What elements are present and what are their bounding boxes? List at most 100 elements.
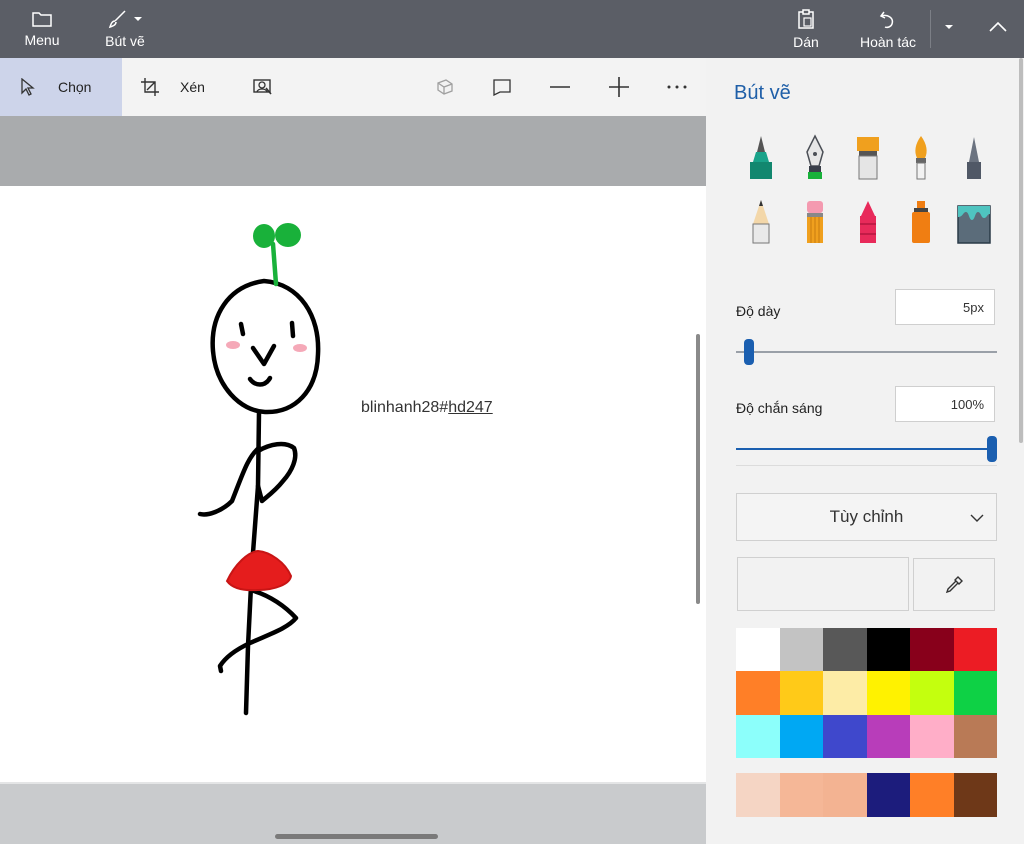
watercolor-brush-icon [915, 136, 927, 180]
clipboard-icon [798, 9, 814, 29]
plus-icon [609, 77, 629, 97]
menu-label: Menu [24, 32, 60, 48]
custom-color-swatch[interactable] [866, 773, 910, 817]
toolbar-divider [930, 10, 931, 48]
spray-can-icon [912, 201, 930, 243]
pencil-icon [752, 200, 770, 244]
marker-button[interactable] [954, 134, 994, 182]
calligraphy-pen-icon [750, 136, 772, 179]
select-tool-label: Chọn [58, 79, 92, 95]
panel-title: Bút vẽ [734, 82, 791, 104]
color-swatch[interactable] [910, 671, 954, 715]
pencil-marker-icon [967, 137, 981, 179]
more-options-button[interactable] [667, 58, 689, 116]
eyedropper-button[interactable] [913, 558, 995, 611]
undo-icon [879, 11, 894, 29]
custom-color-swatch[interactable] [953, 773, 997, 817]
color-swatch[interactable] [736, 714, 780, 758]
magic-select-icon [253, 79, 272, 95]
thickness-label: Độ dày [736, 303, 781, 319]
crayon-button[interactable] [848, 198, 888, 246]
watercolor-brush-button[interactable] [901, 134, 941, 182]
menu-button[interactable]: Menu [20, 0, 64, 58]
brush-icon [108, 10, 126, 29]
custom-color-swatch[interactable] [736, 773, 780, 817]
color-swatch[interactable] [779, 671, 823, 715]
color-swatch[interactable] [823, 671, 867, 715]
3d-library-button[interactable] [435, 58, 457, 116]
thickness-slider-thumb[interactable] [743, 339, 754, 365]
custom-color-swatch[interactable] [823, 773, 867, 817]
drawing-canvas[interactable]: blinhanh28#hd247 [0, 186, 706, 782]
color-swatch[interactable] [779, 714, 823, 758]
magic-select-button[interactable] [253, 58, 277, 116]
workspace-background-top [0, 116, 706, 186]
eraser-icon [807, 201, 823, 243]
crop-tool-button[interactable]: Xén [140, 58, 220, 116]
color-swatch[interactable] [823, 628, 867, 672]
panel-scrollbar[interactable] [1019, 58, 1023, 443]
paste-button[interactable]: Dán [788, 0, 824, 58]
color-swatch[interactable] [953, 628, 997, 672]
sticker-button[interactable] [492, 58, 514, 116]
folder-icon [32, 12, 52, 27]
color-swatch[interactable] [823, 714, 867, 758]
eyedropper-icon [945, 575, 963, 593]
opacity-slider-track[interactable] [736, 448, 997, 450]
thickness-slider-track[interactable] [736, 351, 997, 353]
paste-label: Dán [793, 34, 819, 50]
color-swatch[interactable] [910, 628, 954, 672]
opacity-label: Độ chắn sáng [736, 400, 823, 416]
crop-icon [141, 78, 159, 96]
select-tool-button[interactable]: Chọn [0, 58, 122, 116]
brush-menu-label: Bút vẽ [105, 33, 145, 49]
brush-menu-button[interactable]: Bút vẽ [100, 0, 150, 58]
chevron-down-icon [134, 17, 142, 21]
oil-brush-button[interactable] [848, 134, 888, 182]
color-swatch[interactable] [866, 628, 910, 672]
color-swatch[interactable] [953, 714, 997, 758]
opacity-slider-shadow [736, 465, 997, 466]
opacity-value-field[interactable]: 100% [895, 386, 995, 422]
chevron-down-icon [970, 514, 984, 522]
collapse-toolbar-button[interactable] [978, 0, 1018, 58]
undo-label: Hoàn tác [859, 34, 917, 50]
color-swatch[interactable] [779, 628, 823, 672]
chevron-up-icon [989, 21, 1007, 32]
color-swatch[interactable] [953, 671, 997, 715]
current-color-preview[interactable] [737, 557, 909, 611]
calligraphy-pen-button[interactable] [741, 134, 781, 182]
cursor-icon [21, 78, 35, 96]
custom-color-swatch[interactable] [779, 773, 823, 817]
color-swatch[interactable] [866, 714, 910, 758]
vertical-scrollbar[interactable] [696, 334, 700, 604]
opacity-slider-thumb[interactable] [987, 436, 997, 462]
ellipsis-icon [667, 85, 687, 89]
zoom-in-button[interactable] [609, 58, 631, 116]
color-swatch[interactable] [910, 714, 954, 758]
thickness-value-field[interactable]: 5px [895, 289, 995, 325]
fountain-pen-icon [806, 134, 824, 179]
stick-figure-drawing [197, 223, 321, 716]
zoom-out-button[interactable] [550, 58, 572, 116]
color-swatch[interactable] [866, 671, 910, 715]
undo-button[interactable]: Hoàn tác [858, 0, 918, 58]
eraser-button[interactable] [795, 198, 835, 246]
canvas-text-box[interactable]: blinhanh28#hd247 [361, 399, 493, 417]
undo-history-dropdown[interactable] [934, 0, 964, 58]
chevron-down-icon [945, 25, 953, 29]
custom-color-palette [736, 773, 997, 817]
spray-can-button[interactable] [901, 198, 941, 246]
flag-icon [493, 79, 511, 96]
fountain-pen-button[interactable] [795, 134, 835, 182]
color-palette [736, 628, 997, 758]
custom-color-swatch[interactable] [910, 773, 954, 817]
color-swatch[interactable] [736, 628, 780, 672]
oil-brush-icon [857, 137, 879, 180]
crop-tool-label: Xén [180, 79, 205, 95]
horizontal-scrollbar[interactable] [275, 834, 438, 839]
color-swatch[interactable] [736, 671, 780, 715]
fill-bucket-button[interactable] [954, 198, 994, 246]
pencil-button[interactable] [741, 198, 781, 246]
color-mode-dropdown[interactable]: Tùy chỉnh [736, 493, 997, 541]
